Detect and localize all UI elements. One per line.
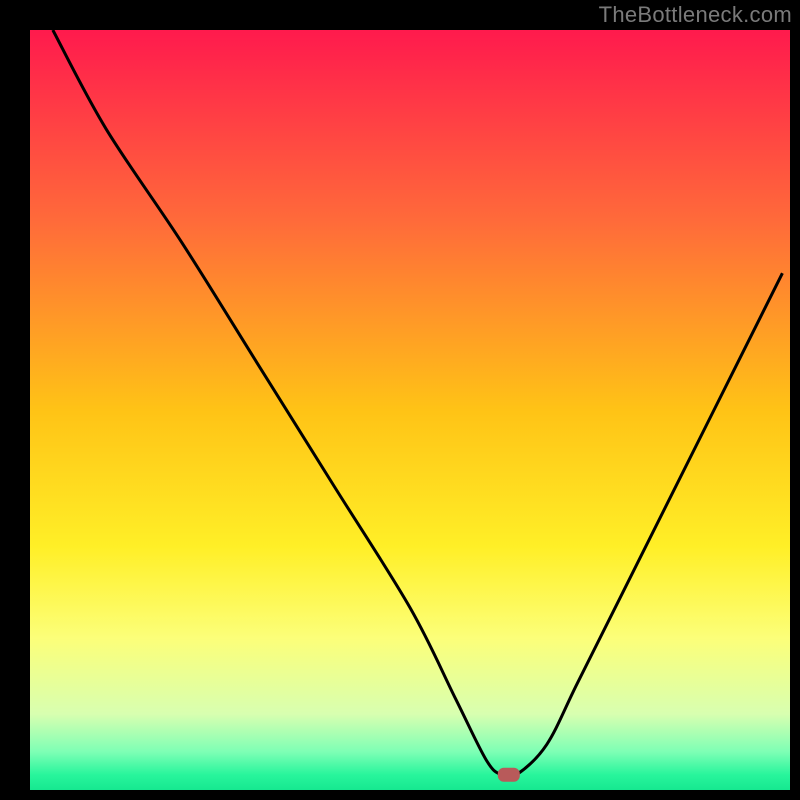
gradient-background <box>30 30 790 790</box>
watermark-text: TheBottleneck.com <box>599 2 792 28</box>
bottleneck-plot <box>0 0 800 800</box>
optimal-point-marker <box>498 768 520 782</box>
chart-stage: TheBottleneck.com <box>0 0 800 800</box>
